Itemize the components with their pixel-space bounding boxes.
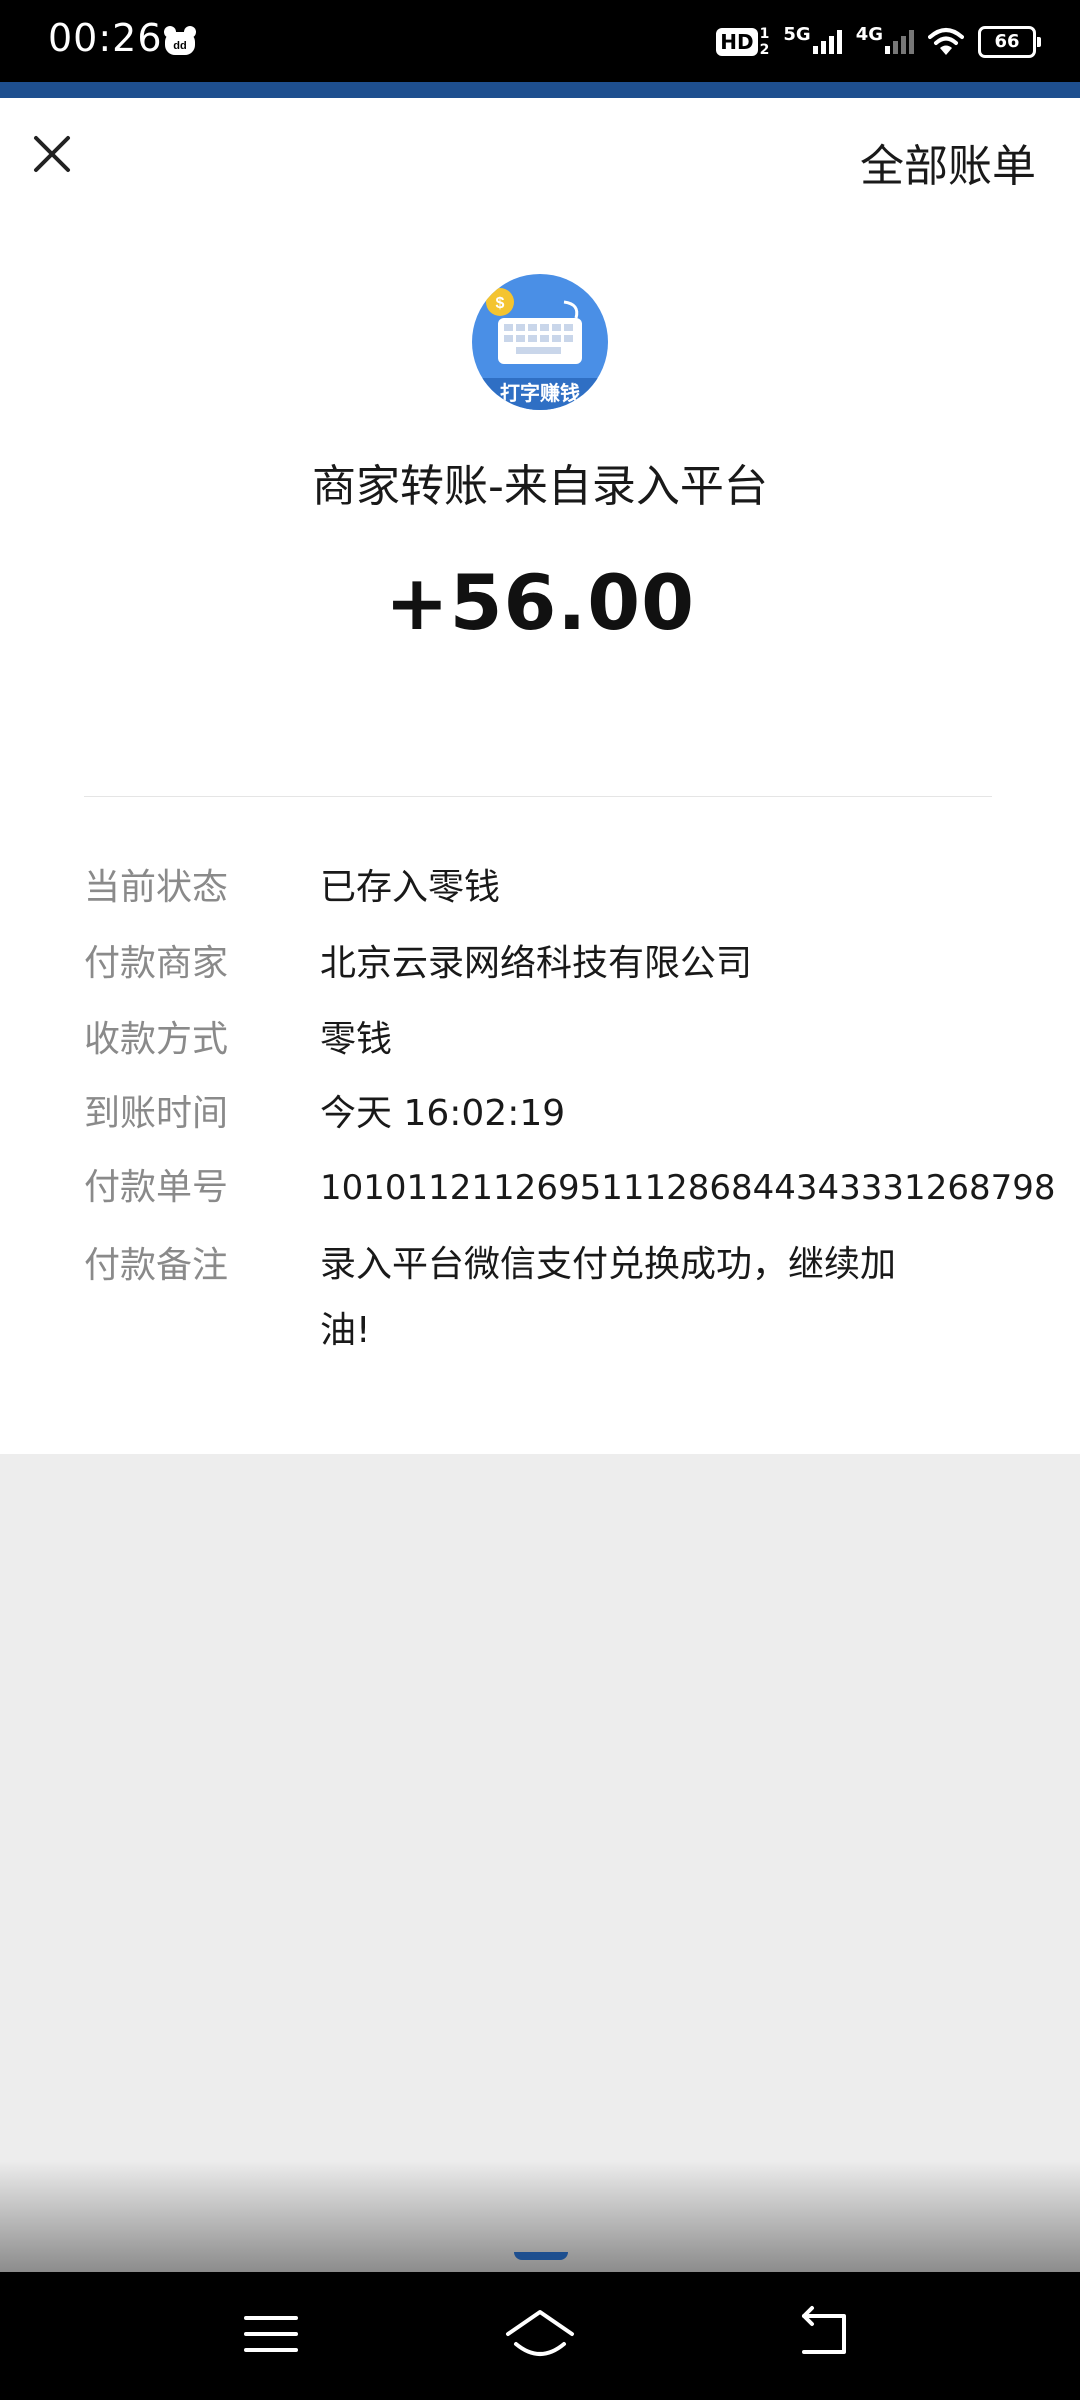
status-time: 00:26 [48, 16, 163, 60]
detail-label: 付款商家 [84, 943, 229, 984]
wifi-icon [928, 28, 964, 55]
back-icon[interactable] [784, 2302, 864, 2366]
merchant-logo: $ 打字赚钱 [472, 274, 608, 410]
notification-app-icon: dd [164, 26, 196, 55]
amount: +56.00 [384, 558, 696, 647]
detail-label: 付款备注 [84, 1245, 229, 1286]
signal-4g-icon: 4G [856, 24, 914, 54]
signal-5g-icon: 5G [783, 24, 842, 54]
svg-text:打字赚钱: 打字赚钱 [500, 381, 580, 405]
accent-strip [0, 82, 1080, 98]
home-icon[interactable] [500, 2302, 580, 2366]
detail-value: 今天 16:02:19 [320, 1093, 566, 1134]
detail-label: 收款方式 [84, 1019, 229, 1060]
menu-icon[interactable] [232, 2302, 312, 2366]
detail-value: 零钱 [320, 1019, 393, 1060]
gesture-accent [514, 2252, 568, 2260]
battery-icon: 66 [978, 26, 1041, 58]
detail-label: 付款单号 [84, 1167, 229, 1208]
divider [84, 796, 992, 797]
detail-label: 当前状态 [84, 867, 229, 908]
keyboard-icon: $ 打字赚钱 [472, 288, 608, 410]
svg-text:dd: dd [173, 40, 186, 52]
system-nav-bar [0, 2272, 1080, 2400]
hd-voice-icon: HD 1 2 [716, 26, 769, 58]
status-right-group: HD 1 2 5G 4G 66 [716, 20, 1041, 64]
top-bar: 全部账单 [0, 98, 1080, 218]
detail-value: 北京云录网络科技有限公司 [320, 943, 753, 984]
svg-text:$: $ [496, 295, 505, 312]
detail-label: 到账时间 [84, 1093, 229, 1134]
transaction-card: $ 打字赚钱 商家转账-来自录入平台 +56.00 当前状态 已存入零钱 付款商… [0, 218, 1080, 1454]
merchant-title: 商家转账-来自录入平台 [312, 461, 768, 512]
all-bills-link[interactable]: 全部账单 [860, 130, 1036, 194]
detail-value: 1010112112695111286844343331268798 [320, 1168, 1056, 1208]
detail-value: 录入平台微信支付兑换成功，继续加油! [320, 1244, 897, 1351]
status-bar: 00:26 dd HD 1 2 5G 4G 66 [0, 0, 1080, 82]
close-icon[interactable] [22, 124, 82, 184]
detail-value: 已存入零钱 [320, 867, 501, 908]
